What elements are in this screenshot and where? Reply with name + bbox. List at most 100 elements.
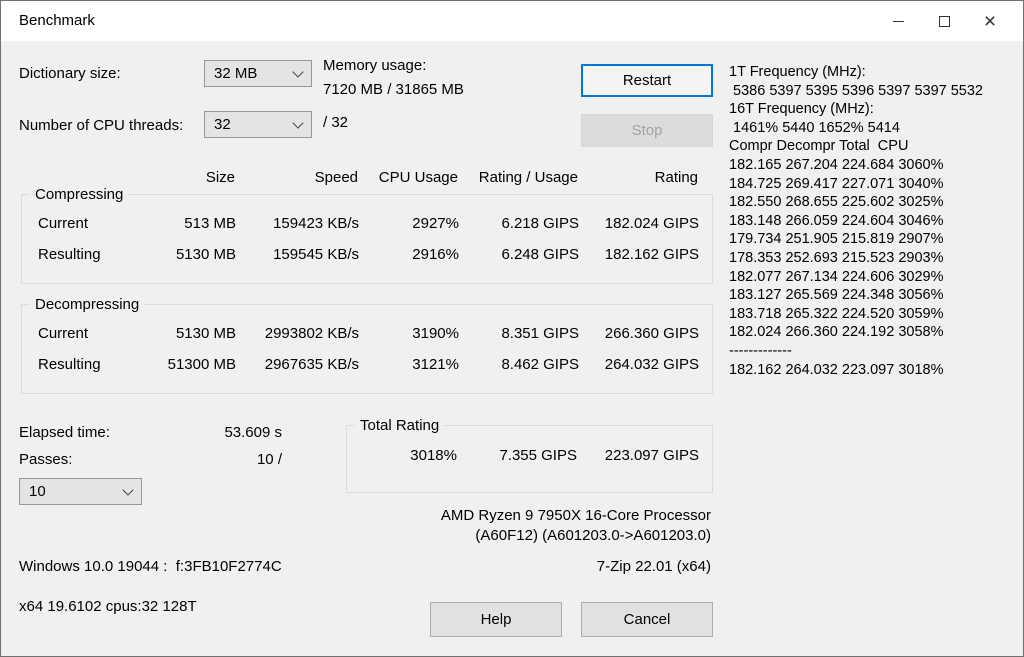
cell-rating-usage: 8.462 GIPS — [501, 356, 579, 373]
log-line: 182.550 268.655 225.602 3025% — [729, 194, 944, 211]
window-title: Benchmark — [19, 12, 95, 29]
cell-speed: 2967635 KB/s — [264, 356, 359, 373]
cell-speed: 159423 KB/s — [273, 215, 359, 232]
cpu-threads-suffix: / 32 — [323, 114, 349, 131]
table-row: Current 5130 MB 2993802 KB/s 3190% 8.351… — [22, 325, 712, 342]
cell-rating-usage: 6.218 GIPS — [501, 215, 579, 232]
row-label: Current — [38, 215, 89, 232]
memory-usage-label: Memory usage: — [323, 57, 427, 74]
passes-value: 10 / — [256, 451, 282, 468]
log-line: 183.127 265.569 224.348 3056% — [729, 287, 944, 304]
cell-size: 51300 MB — [167, 356, 236, 373]
chevron-down-icon — [122, 483, 134, 496]
log-line: 179.734 251.905 215.819 2907% — [729, 231, 944, 248]
elapsed-time-label: Elapsed time: — [19, 424, 110, 441]
cell-rating: 264.032 GIPS — [604, 356, 699, 373]
stop-button: Stop — [581, 114, 713, 147]
cpu-threads-label: Number of CPU threads: — [19, 117, 184, 134]
log-line: 183.718 265.322 224.520 3059% — [729, 305, 944, 322]
log-line: 182.024 266.360 224.192 3058% — [729, 324, 944, 341]
log-line: 182.162 264.032 223.097 3018% — [729, 361, 944, 378]
restart-button[interactable]: Restart — [581, 64, 713, 97]
row-label: Resulting — [38, 246, 101, 263]
dictionary-size-label: Dictionary size: — [19, 65, 121, 82]
elapsed-time-value: 53.609 s — [224, 424, 282, 441]
header-cpu-usage: CPU Usage — [378, 169, 458, 186]
dictionary-size-select[interactable]: 32 MB — [204, 60, 312, 87]
chevron-down-icon — [292, 116, 304, 129]
cell-cpu-usage: 2916% — [412, 246, 459, 263]
cell-speed: 2993802 KB/s — [264, 325, 359, 342]
minimize-icon — [892, 20, 904, 22]
chevron-down-icon — [292, 65, 304, 78]
total-cpu-usage: 3018% — [410, 447, 457, 464]
header-size: Size — [205, 169, 235, 186]
table-row: Resulting 5130 MB 159545 KB/s 2916% 6.24… — [22, 246, 712, 263]
maximize-button[interactable] — [921, 1, 967, 41]
close-icon: × — [983, 9, 997, 33]
help-button[interactable]: Help — [430, 602, 562, 637]
table-header-row: Size Speed CPU Usage Rating / Usage Rati… — [21, 169, 713, 186]
cpu-name: AMD Ryzen 9 7950X 16-Core Processor — [440, 507, 711, 524]
log-line: 5386 5397 5395 5396 5397 5397 5532 — [729, 82, 983, 99]
cell-rating-usage: 6.248 GIPS — [501, 246, 579, 263]
header-rating-usage: Rating / Usage — [478, 169, 578, 186]
header-rating: Rating — [654, 169, 698, 186]
total-rating-row: 3018% 7.355 GIPS 223.097 GIPS — [347, 447, 699, 464]
log-line: ------------- — [729, 342, 792, 359]
window-controls: × — [875, 1, 1013, 41]
total-rating-label: Total Rating — [355, 417, 445, 434]
decompressing-group-label: Decompressing — [30, 296, 145, 313]
app-version: 7-Zip 22.01 (x64) — [596, 558, 711, 575]
benchmark-dialog: Benchmark × Dictionary size: 32 MB Memor… — [0, 0, 1024, 657]
cpu-id: (A60F12) (A601203.0->A601203.0) — [475, 527, 711, 544]
row-label: Current — [38, 325, 89, 342]
passes-selected-value: 10 — [29, 483, 46, 500]
table-row: Resulting 51300 MB 2967635 KB/s 3121% 8.… — [22, 356, 712, 373]
compressing-group-label: Compressing — [30, 186, 129, 203]
row-label: Resulting — [38, 356, 101, 373]
total-rating-usage: 7.355 GIPS — [499, 447, 577, 464]
cell-rating: 182.162 GIPS — [604, 246, 699, 263]
log-line: 16T Frequency (MHz): — [729, 101, 874, 118]
cell-cpu-usage: 3190% — [412, 325, 459, 342]
log-line: 184.725 269.417 227.071 3040% — [729, 175, 944, 192]
cell-size: 5130 MB — [175, 246, 236, 263]
cell-cpu-usage: 3121% — [412, 356, 459, 373]
log-line: 182.077 267.134 224.606 3029% — [729, 268, 944, 285]
table-row: Current 513 MB 159423 KB/s 2927% 6.218 G… — [22, 215, 712, 232]
passes-label: Passes: — [19, 451, 73, 468]
close-button[interactable]: × — [967, 1, 1013, 41]
passes-select[interactable]: 10 — [19, 478, 142, 505]
compressing-group: Compressing Current 513 MB 159423 KB/s 2… — [21, 186, 713, 284]
cpu-threads-select[interactable]: 32 — [204, 111, 312, 138]
cancel-button[interactable]: Cancel — [581, 602, 713, 637]
cell-rating: 182.024 GIPS — [604, 215, 699, 232]
maximize-icon — [938, 15, 950, 27]
build-info: x64 19.6102 cpus:32 128T — [19, 598, 197, 615]
cell-size: 513 MB — [184, 215, 236, 232]
decompressing-group: Decompressing Current 5130 MB 2993802 KB… — [21, 296, 713, 394]
log-line: Compr Decompr Total CPU — [729, 138, 909, 155]
log-line: 183.148 266.059 224.604 3046% — [729, 212, 944, 229]
cell-speed: 159545 KB/s — [273, 246, 359, 263]
log-line: 1T Frequency (MHz): — [729, 64, 866, 80]
dialog-body: Dictionary size: 32 MB Memory usage: 712… — [1, 41, 1023, 656]
header-speed: Speed — [314, 169, 358, 186]
dictionary-size-value: 32 MB — [214, 65, 258, 82]
cell-rating: 266.360 GIPS — [604, 325, 699, 342]
benchmark-log: 1T Frequency (MHz): 5386 5397 5395 5396 … — [729, 63, 1021, 379]
cell-rating-usage: 8.351 GIPS — [501, 325, 579, 342]
cpu-threads-value: 32 — [214, 116, 231, 133]
memory-usage-value: 7120 MB / 31865 MB — [323, 81, 464, 98]
log-line: 182.165 267.204 224.684 3060% — [729, 156, 944, 173]
minimize-button[interactable] — [875, 1, 921, 41]
log-line: 178.353 252.693 215.523 2903% — [729, 249, 944, 266]
cell-cpu-usage: 2927% — [412, 215, 459, 232]
os-info: Windows 10.0 19044 : f:3FB10F2774C — [19, 558, 282, 575]
titlebar: Benchmark × — [1, 1, 1023, 41]
total-rating-value: 223.097 GIPS — [604, 447, 699, 464]
cell-size: 5130 MB — [175, 325, 236, 342]
log-line: 1461% 5440 1652% 5414 — [729, 119, 900, 136]
total-rating-group: Total Rating 3018% 7.355 GIPS 223.097 GI… — [346, 417, 713, 493]
